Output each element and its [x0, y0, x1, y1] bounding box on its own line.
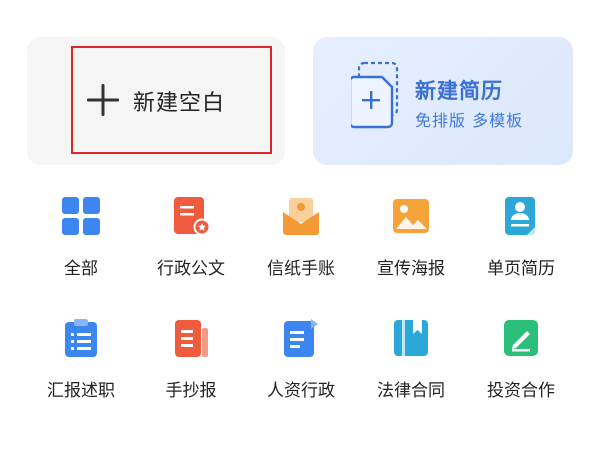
category-single-resume[interactable]: 单页简历 — [471, 196, 571, 296]
category-hr-admin[interactable]: 人资行政 — [251, 318, 351, 418]
category-label: 行政公文 — [157, 259, 225, 279]
category-label: 宣传海报 — [377, 259, 445, 279]
new-resume-title: 新建简历 — [415, 79, 503, 103]
law-book-icon — [394, 320, 428, 356]
category-poster[interactable]: 宣传海报 — [361, 196, 461, 296]
grid-all-icon — [62, 197, 100, 235]
official-document-icon — [174, 197, 211, 236]
category-letter-notebook[interactable]: 信纸手账 — [251, 196, 351, 296]
new-resume-subtitle: 免排版 多模板 — [415, 111, 524, 130]
category-label: 手抄报 — [165, 381, 217, 401]
category-official-document[interactable]: 行政公文 — [141, 196, 241, 296]
poster-image-icon — [393, 199, 429, 233]
category-label: 信纸手账 — [267, 259, 335, 279]
category-label: 人资行政 — [267, 381, 335, 401]
new-blank-label: 新建空白 — [133, 91, 226, 116]
letter-envelope-icon — [283, 198, 319, 235]
category-label: 法律合同 — [377, 381, 445, 401]
investment-edit-icon — [504, 320, 538, 356]
resume-document-icon — [351, 61, 399, 129]
category-handwritten-newspaper[interactable]: 手抄报 — [141, 318, 241, 418]
plus-icon — [87, 84, 119, 116]
new-resume-card[interactable]: 新建简历 免排版 多模板 — [313, 37, 573, 165]
category-label: 汇报述职 — [47, 381, 115, 401]
category-all[interactable]: 全部 — [31, 196, 131, 296]
category-work-report[interactable]: 汇报述职 — [31, 318, 131, 418]
category-legal-contract[interactable]: 法律合同 — [361, 318, 461, 418]
category-label: 投资合作 — [487, 381, 555, 401]
new-blank-card[interactable]: 新建空白 — [27, 37, 285, 165]
category-label: 单页简历 — [487, 259, 555, 279]
resume-person-icon — [505, 197, 535, 235]
hr-document-icon — [284, 319, 318, 357]
category-investment[interactable]: 投资合作 — [471, 318, 571, 418]
category-label: 全部 — [64, 259, 98, 279]
clipboard-report-icon — [65, 319, 97, 357]
handwritten-paper-icon — [175, 320, 208, 357]
